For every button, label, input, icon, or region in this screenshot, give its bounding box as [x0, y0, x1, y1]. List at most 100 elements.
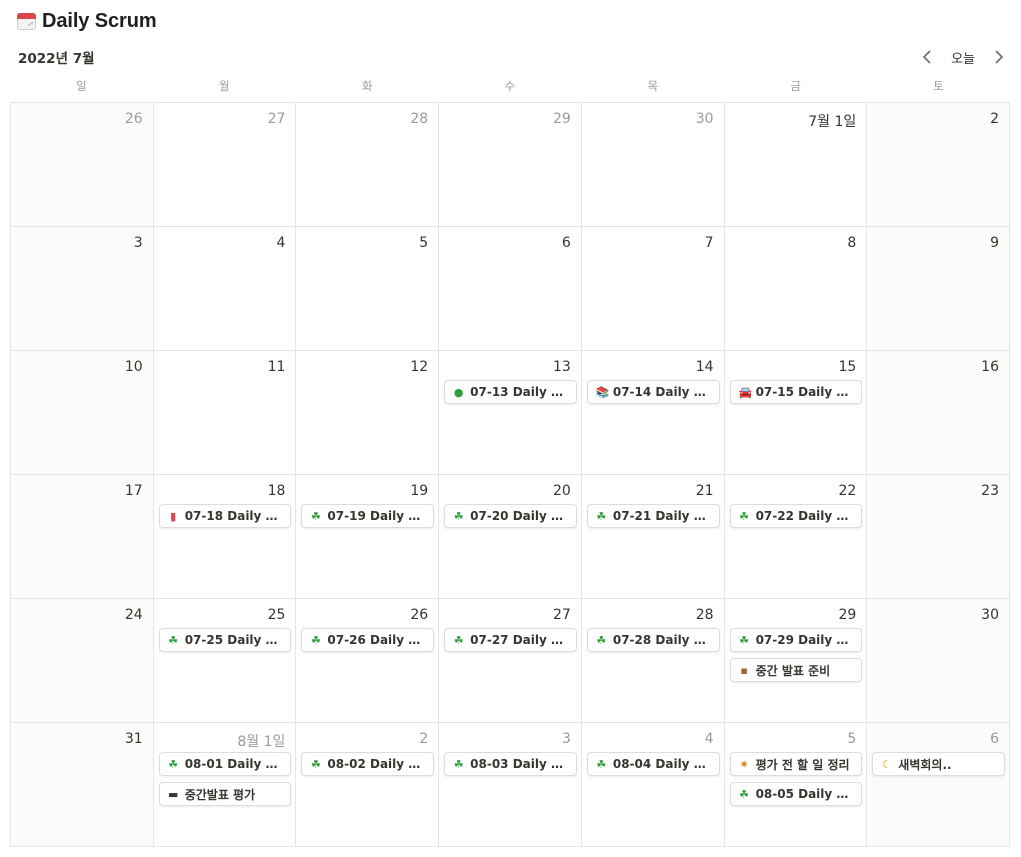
- event-card[interactable]: ☘ 08-03 Daily Sc...: [444, 752, 577, 776]
- event-title: 07-25 Daily Scr...: [184, 633, 285, 647]
- calendar-day-cell[interactable]: 3: [11, 227, 154, 351]
- shamrock-icon: ☘: [596, 757, 607, 771]
- calendar-day-cell[interactable]: 15 🚘07-15 Daily Scr...: [724, 351, 868, 475]
- day-number: 18: [267, 483, 286, 499]
- day-number: 28: [410, 111, 429, 127]
- event-list: ✷ 평가 전 할 일 정리 ☘ 08-05 Daily Sc...: [729, 752, 863, 806]
- event-card[interactable]: 🚘07-15 Daily Scr...: [729, 380, 863, 404]
- today-button[interactable]: 오늘: [951, 48, 975, 67]
- calendar-day-cell[interactable]: 22 ☘ 07-22 Daily Scr...: [724, 475, 868, 599]
- event-card[interactable]: ☘ 07-26 Daily Scr...: [301, 628, 435, 652]
- day-number: 26: [410, 607, 429, 623]
- shamrock-icon: ☘: [596, 633, 607, 647]
- calendar-day-cell[interactable]: 31: [11, 723, 154, 847]
- calendar-day-cell[interactable]: 6: [439, 227, 582, 351]
- calendar-day-cell[interactable]: 30: [581, 103, 725, 227]
- event-card[interactable]: ☘ 08-01 Daily Scr...: [158, 752, 292, 776]
- calendar-day-cell[interactable]: 26 ☘ 07-26 Daily Scr...: [296, 599, 440, 723]
- shamrock-icon: ☘: [168, 757, 179, 771]
- event-card[interactable]: ☘ 07-25 Daily Scr...: [158, 628, 292, 652]
- calendar-day-cell[interactable]: 11: [153, 351, 297, 475]
- calendar-day-cell[interactable]: 28 ☘ 07-28 Daily Scr...: [581, 599, 725, 723]
- calendar-day-cell[interactable]: 4: [153, 227, 297, 351]
- shamrock-icon: ☘: [310, 633, 321, 647]
- event-title: 08-01 Daily Scr...: [184, 757, 285, 771]
- event-card[interactable]: ▮ 07-18 Daily Scr...: [158, 504, 292, 528]
- day-number: 2: [990, 111, 999, 127]
- day-number: 7: [704, 235, 714, 251]
- event-title: 새벽회의..: [898, 757, 952, 772]
- event-card[interactable]: ☘ 08-02 Daily Sc...: [301, 752, 435, 776]
- event-list: ☘ 08-03 Daily Sc...: [444, 752, 577, 776]
- calendar-grid: 26 27 28 29 30 7월 1일 2 3 4 5 6 7 8 9 10 11 12 13 ● 07-13 Da…: [10, 102, 1010, 847]
- calendar-day-cell[interactable]: 7월 1일: [724, 103, 868, 227]
- calendar-day-cell[interactable]: 5: [296, 227, 440, 351]
- event-card[interactable]: ● 07-13 Daily Scr...: [444, 380, 577, 404]
- calendar-day-cell[interactable]: 21 ☘ 07-21 Daily Scr...: [581, 475, 725, 599]
- calendar-day-cell[interactable]: 20 ☘ 07-20 Daily Scr...: [439, 475, 582, 599]
- event-title: 08-03 Daily Sc...: [470, 757, 570, 771]
- event-title: 08-02 Daily Sc...: [327, 757, 428, 771]
- event-title: 중간 발표 준비: [755, 663, 831, 678]
- calendar-day-cell[interactable]: 27 ☘ 07-27 Daily Scr...: [439, 599, 582, 723]
- calendar-day-cell[interactable]: 23: [867, 475, 1010, 599]
- shamrock-icon: ☘: [453, 757, 464, 771]
- calendar-day-cell[interactable]: 16: [867, 351, 1010, 475]
- calendar-day-cell[interactable]: 17: [11, 475, 154, 599]
- page-title[interactable]: Daily Scrum: [42, 10, 157, 33]
- event-card[interactable]: ☘ 07-29 Daily Scr...: [729, 628, 863, 652]
- calendar-day-cell[interactable]: 3 ☘ 08-03 Daily Sc...: [439, 723, 582, 847]
- event-card[interactable]: ☘ 07-20 Daily Scr...: [444, 504, 577, 528]
- calendar-day-cell[interactable]: 30: [867, 599, 1010, 723]
- calendar-day-cell[interactable]: 6 ☾ 새벽회의..: [867, 723, 1010, 847]
- event-card[interactable]: ▬ 중간발표 평가: [158, 782, 292, 806]
- event-card[interactable]: ☘ 07-27 Daily Scr...: [444, 628, 577, 652]
- event-title: 07-26 Daily Scr...: [327, 633, 428, 647]
- calendar-day-cell[interactable]: 7: [581, 227, 725, 351]
- chevron-right-icon[interactable]: [989, 47, 1009, 67]
- event-card[interactable]: ☘ 07-22 Daily Scr...: [729, 504, 863, 528]
- calendar-day-cell[interactable]: 27: [153, 103, 297, 227]
- green-circle-icon: ●: [453, 385, 464, 399]
- day-number: 11: [267, 359, 286, 375]
- event-card[interactable]: ☾ 새벽회의..: [872, 752, 1005, 776]
- calendar-day-cell[interactable]: 13 ● 07-13 Daily Scr...: [439, 351, 582, 475]
- calendar-day-cell[interactable]: 14 📚07-14 Daily Scr...: [581, 351, 725, 475]
- calendar-day-cell[interactable]: 18 ▮ 07-18 Daily Scr...: [153, 475, 297, 599]
- event-card[interactable]: ☘ 08-04 Daily Sc...: [586, 752, 720, 776]
- calendar-day-cell[interactable]: 19 ☘ 07-19 Daily Scr...: [296, 475, 440, 599]
- event-card[interactable]: ✷ 평가 전 할 일 정리: [729, 752, 863, 776]
- shamrock-icon: ☘: [453, 633, 464, 647]
- calendar-day-cell[interactable]: 28: [296, 103, 440, 227]
- calendar-day-cell[interactable]: 2 ☘ 08-02 Daily Sc...: [296, 723, 440, 847]
- calendar-day-cell[interactable]: 24: [11, 599, 154, 723]
- calendar-day-cell[interactable]: 4 ☘ 08-04 Daily Sc...: [581, 723, 725, 847]
- calendar-day-cell[interactable]: 29: [439, 103, 582, 227]
- event-title: 평가 전 할 일 정리: [755, 757, 850, 772]
- day-number: 7월 1일: [808, 114, 857, 130]
- day-number: 12: [410, 359, 429, 375]
- calendar-day-cell[interactable]: 9: [867, 227, 1010, 351]
- event-card[interactable]: ☘ 07-21 Daily Scr...: [586, 504, 720, 528]
- calendar-day-cell[interactable]: 8: [724, 227, 868, 351]
- event-card[interactable]: ☘ 08-05 Daily Sc...: [729, 782, 863, 806]
- books-icon: 📚: [595, 385, 610, 399]
- calendar-day-cell[interactable]: 25 ☘ 07-25 Daily Scr...: [153, 599, 297, 723]
- calendar-day-cell[interactable]: 29 ☘ 07-29 Daily Scr... ▪ 중간 발표 준비: [724, 599, 868, 723]
- event-list: ● 07-13 Daily Scr...: [444, 380, 577, 404]
- day-number: 14: [695, 359, 714, 375]
- chevron-left-icon[interactable]: [917, 47, 937, 67]
- calendar-day-cell[interactable]: 10: [11, 351, 154, 475]
- calendar-day-cell[interactable]: 12: [296, 351, 440, 475]
- day-number: 24: [124, 607, 143, 623]
- calendar-day-cell[interactable]: 8월 1일 ☘ 08-01 Daily Scr... ▬ 중간발표 평가: [153, 723, 297, 847]
- event-title: 08-04 Daily Sc...: [612, 757, 713, 771]
- day-number: 13: [553, 359, 571, 375]
- event-card[interactable]: ▪ 중간 발표 준비: [729, 658, 863, 682]
- calendar-day-cell[interactable]: 2: [867, 103, 1010, 227]
- calendar-day-cell[interactable]: 26: [11, 103, 154, 227]
- event-card[interactable]: ☘ 07-19 Daily Scr...: [301, 504, 435, 528]
- event-card[interactable]: ☘ 07-28 Daily Scr...: [586, 628, 720, 652]
- calendar-day-cell[interactable]: 5 ✷ 평가 전 할 일 정리 ☘ 08-05 Daily Sc...: [724, 723, 868, 847]
- event-card[interactable]: 📚07-14 Daily Scr...: [586, 380, 720, 404]
